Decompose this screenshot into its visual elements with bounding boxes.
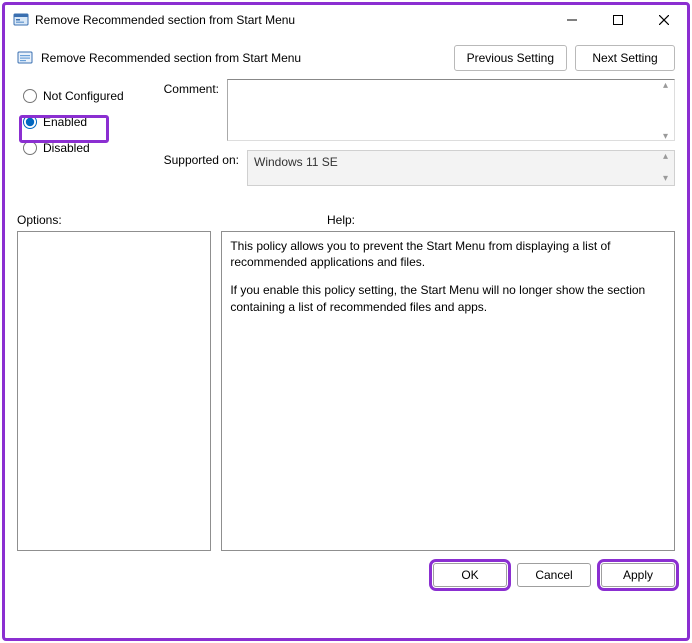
radio-not-configured-row[interactable]: Not Configured bbox=[17, 83, 147, 109]
apply-button[interactable]: Apply bbox=[601, 563, 675, 587]
ok-button[interactable]: OK bbox=[433, 563, 507, 587]
radio-enabled[interactable] bbox=[23, 115, 37, 129]
policy-title: Remove Recommended section from Start Me… bbox=[41, 51, 301, 65]
next-setting-button[interactable]: Next Setting bbox=[575, 45, 675, 71]
help-panel[interactable]: This policy allows you to prevent the St… bbox=[221, 231, 675, 551]
settings-area: Not Configured Enabled Disabled Comment: bbox=[5, 75, 687, 205]
minimize-button[interactable] bbox=[549, 5, 595, 35]
supported-on-value: Windows 11 SE bbox=[247, 150, 675, 186]
options-panel[interactable] bbox=[17, 231, 211, 551]
state-radio-group: Not Configured Enabled Disabled bbox=[17, 83, 147, 161]
panels-labels: Options: Help: bbox=[5, 205, 687, 231]
help-paragraph-1: This policy allows you to prevent the St… bbox=[230, 238, 666, 270]
window-title: Remove Recommended section from Start Me… bbox=[35, 13, 295, 27]
previous-setting-button[interactable]: Previous Setting bbox=[454, 45, 567, 71]
cancel-button[interactable]: Cancel bbox=[517, 563, 591, 587]
window-frame: Remove Recommended section from Start Me… bbox=[2, 2, 690, 641]
maximize-button[interactable] bbox=[595, 5, 641, 35]
comment-textarea[interactable] bbox=[227, 79, 675, 141]
titlebar: Remove Recommended section from Start Me… bbox=[5, 5, 687, 35]
options-label: Options: bbox=[17, 213, 317, 227]
radio-not-configured-label[interactable]: Not Configured bbox=[43, 89, 124, 103]
window-app-icon bbox=[13, 12, 29, 28]
radio-disabled[interactable] bbox=[23, 141, 37, 155]
supported-on-row: Supported on: Windows 11 SE ▴ ▾ bbox=[157, 150, 675, 186]
policy-icon bbox=[17, 50, 33, 66]
dialog-footer: OK Cancel Apply bbox=[5, 551, 687, 599]
comment-field-row: Comment: ▴ ▾ bbox=[157, 79, 675, 144]
panels-row: This policy allows you to prevent the St… bbox=[5, 231, 687, 551]
radio-disabled-row[interactable]: Disabled bbox=[17, 135, 147, 161]
policy-header: Remove Recommended section from Start Me… bbox=[5, 35, 687, 75]
help-label: Help: bbox=[317, 213, 675, 227]
radio-enabled-row[interactable]: Enabled bbox=[17, 109, 147, 135]
radio-enabled-label[interactable]: Enabled bbox=[43, 115, 87, 129]
help-paragraph-2: If you enable this policy setting, the S… bbox=[230, 282, 666, 314]
supported-on-label: Supported on: bbox=[157, 150, 247, 167]
radio-disabled-label[interactable]: Disabled bbox=[43, 141, 90, 155]
close-button[interactable] bbox=[641, 5, 687, 35]
system-buttons bbox=[549, 5, 687, 35]
comment-label: Comment: bbox=[157, 79, 227, 96]
radio-not-configured[interactable] bbox=[23, 89, 37, 103]
